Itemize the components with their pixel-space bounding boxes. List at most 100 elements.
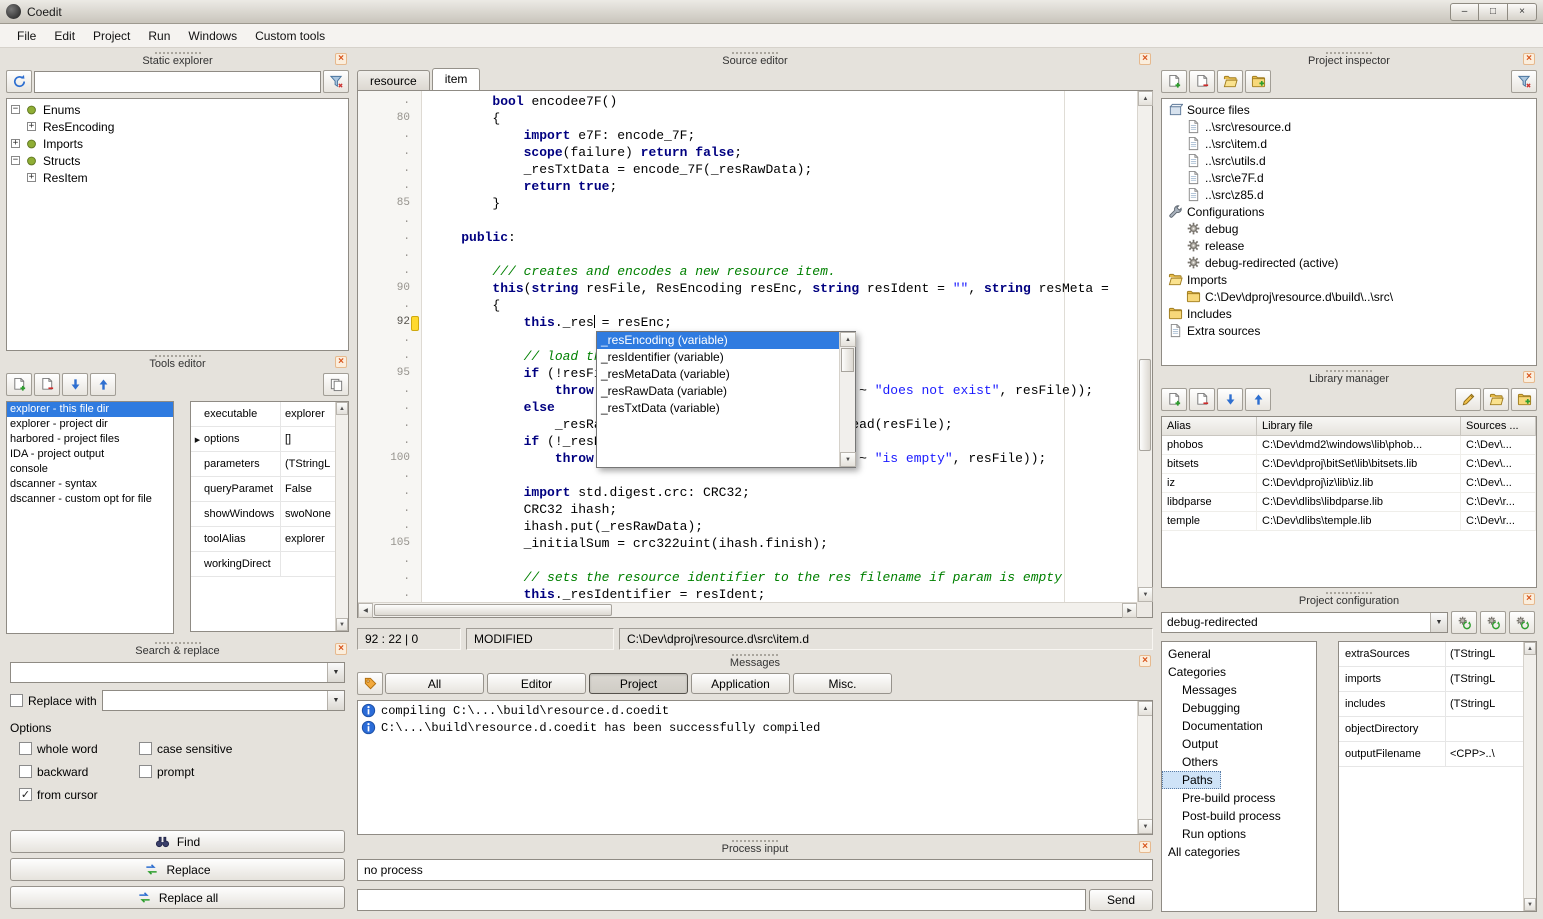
expander-plus-icon[interactable] — [11, 139, 20, 148]
clone-configuration-button[interactable] — [1509, 611, 1535, 634]
category-item[interactable]: Others — [1162, 753, 1316, 771]
clear-messages-button[interactable] — [357, 672, 383, 695]
tree-item[interactable]: Enums — [7, 101, 348, 118]
property-value[interactable]: (TStringL — [1445, 692, 1523, 716]
remove-tool-button[interactable] — [34, 373, 60, 396]
scroll-down-icon[interactable] — [1138, 587, 1153, 602]
property-row[interactable]: extraSources(TStringL — [1339, 642, 1523, 667]
scroll-up-icon[interactable] — [840, 332, 856, 347]
replace-all-button[interactable]: Replace all — [10, 886, 345, 909]
close-panel-icon[interactable] — [335, 53, 347, 65]
expander-minus-icon[interactable] — [11, 105, 20, 114]
code-line[interactable]: . import e7F: encode_7F; — [358, 127, 1137, 144]
chevron-down-icon[interactable] — [1430, 613, 1447, 632]
property-row[interactable]: executableexplorer — [191, 402, 335, 427]
add-configuration-button[interactable] — [1480, 611, 1506, 634]
list-item[interactable]: harbored - project files — [7, 432, 173, 447]
library-manager-header[interactable]: Library manager — [1159, 368, 1539, 386]
tree-item[interactable]: ..\src\utils.d — [1162, 152, 1536, 169]
horizontal-scrollbar[interactable] — [358, 602, 1137, 617]
move-down-button[interactable] — [1217, 388, 1243, 411]
scroll-down-icon[interactable] — [840, 452, 856, 467]
category-item[interactable]: Run options — [1162, 825, 1316, 843]
find-button[interactable]: Find — [10, 830, 345, 853]
add-library-folder-button[interactable] — [1511, 388, 1537, 411]
category-item[interactable]: Paths — [1162, 771, 1221, 789]
property-value[interactable]: explorer — [280, 527, 335, 551]
menu-custom-tools[interactable]: Custom tools — [246, 26, 334, 46]
expander-minus-icon[interactable] — [11, 156, 20, 165]
close-panel-icon[interactable] — [1139, 841, 1151, 853]
code-line[interactable]: . return true; — [358, 178, 1137, 195]
add-folder-button[interactable] — [1217, 70, 1243, 93]
scroll-down-icon[interactable] — [1524, 898, 1536, 911]
drag-grip[interactable] — [1326, 592, 1372, 594]
list-item[interactable]: console — [7, 462, 173, 477]
clone-tool-button[interactable] — [323, 373, 349, 396]
filter-all[interactable]: All — [385, 673, 484, 694]
scroll-right-icon[interactable] — [1122, 603, 1137, 618]
property-value[interactable]: <CPP>..\ — [1445, 742, 1523, 766]
expand-arrow-icon[interactable] — [191, 433, 204, 445]
code-line[interactable]: . this._resIdentifier = resIdent; — [358, 586, 1137, 602]
code-line[interactable]: . { — [358, 297, 1137, 314]
category-item[interactable]: All categories — [1162, 843, 1316, 861]
menu-windows[interactable]: Windows — [179, 26, 246, 46]
code-line[interactable]: 92 this._res = resEnc; — [358, 314, 1137, 331]
checkbox-whole-word[interactable]: whole word — [19, 741, 139, 756]
add-source-button[interactable] — [1161, 70, 1187, 93]
drag-grip[interactable] — [155, 642, 201, 644]
checkbox-box[interactable] — [139, 765, 152, 778]
chevron-down-icon[interactable] — [327, 691, 344, 710]
close-button[interactable]: × — [1508, 3, 1537, 21]
drag-grip[interactable] — [155, 52, 201, 54]
expander-plus-icon[interactable] — [27, 173, 36, 182]
vertical-scrollbar[interactable] — [1137, 91, 1152, 602]
category-item[interactable]: General — [1162, 645, 1316, 663]
table-row[interactable]: templeC:\Dev\dlibs\temple.libC:\Dev\r... — [1162, 512, 1536, 531]
filter-button[interactable] — [1511, 70, 1537, 93]
filter-misc[interactable]: Misc. — [793, 673, 892, 694]
property-row[interactable]: parameters(TStringL — [191, 452, 335, 477]
vertical-scrollbar[interactable] — [1137, 701, 1152, 834]
maximize-button[interactable]: □ — [1479, 3, 1508, 21]
table-row[interactable]: phobosC:\Dev\dmd2\windows\lib\phob...C:\… — [1162, 436, 1536, 455]
code-line[interactable]: . ihash.put(_resRawData); — [358, 518, 1137, 535]
add-tool-button[interactable] — [6, 373, 32, 396]
static-explorer-header[interactable]: Static explorer — [4, 50, 351, 68]
property-value[interactable]: explorer — [280, 402, 335, 426]
project-configuration-header[interactable]: Project configuration — [1159, 590, 1539, 608]
completion-item[interactable]: _resMetaData (variable) — [597, 366, 839, 383]
tree-item[interactable]: ResItem — [7, 169, 348, 186]
tools-editor-header[interactable]: Tools editor — [4, 353, 351, 371]
code-line[interactable]: . // sets the resource identifier to the… — [358, 569, 1137, 586]
scrollbar-thumb[interactable] — [841, 348, 854, 372]
checkbox-backward[interactable]: backward — [19, 764, 139, 779]
scroll-down-icon[interactable] — [1138, 819, 1153, 834]
code-line[interactable]: . — [358, 246, 1137, 263]
list-item[interactable]: IDA - project output — [7, 447, 173, 462]
checkbox-box[interactable] — [19, 742, 32, 755]
property-row[interactable]: imports(TStringL — [1339, 667, 1523, 692]
configuration-select[interactable]: debug-redirected — [1161, 612, 1448, 633]
category-item[interactable]: Documentation — [1162, 717, 1316, 735]
property-value[interactable]: swoNone — [280, 502, 335, 526]
tree-item[interactable]: Imports — [7, 135, 348, 152]
category-item[interactable]: Output — [1162, 735, 1316, 753]
column-header[interactable]: Sources ... — [1461, 417, 1536, 435]
menu-edit[interactable]: Edit — [45, 26, 84, 46]
scrollbar-thumb[interactable] — [374, 604, 612, 616]
list-item[interactable]: dscanner - syntax — [7, 477, 173, 492]
completion-item[interactable]: _resTxtData (variable) — [597, 400, 839, 417]
tree-item[interactable]: ..\src\e7F.d — [1162, 169, 1536, 186]
open-library-button[interactable] — [1483, 388, 1509, 411]
column-header[interactable]: Library file — [1257, 417, 1461, 435]
property-row[interactable]: workingDirect — [191, 552, 335, 577]
code-line[interactable]: . bool encodee7F() — [358, 93, 1137, 110]
tab-item[interactable]: item — [432, 68, 481, 90]
property-row[interactable]: toolAliasexplorer — [191, 527, 335, 552]
scroll-up-icon[interactable] — [1524, 642, 1536, 655]
search-replace-header[interactable]: Search & replace — [4, 640, 351, 658]
remove-library-button[interactable] — [1189, 388, 1215, 411]
code-line[interactable]: . import std.digest.crc: CRC32; — [358, 484, 1137, 501]
